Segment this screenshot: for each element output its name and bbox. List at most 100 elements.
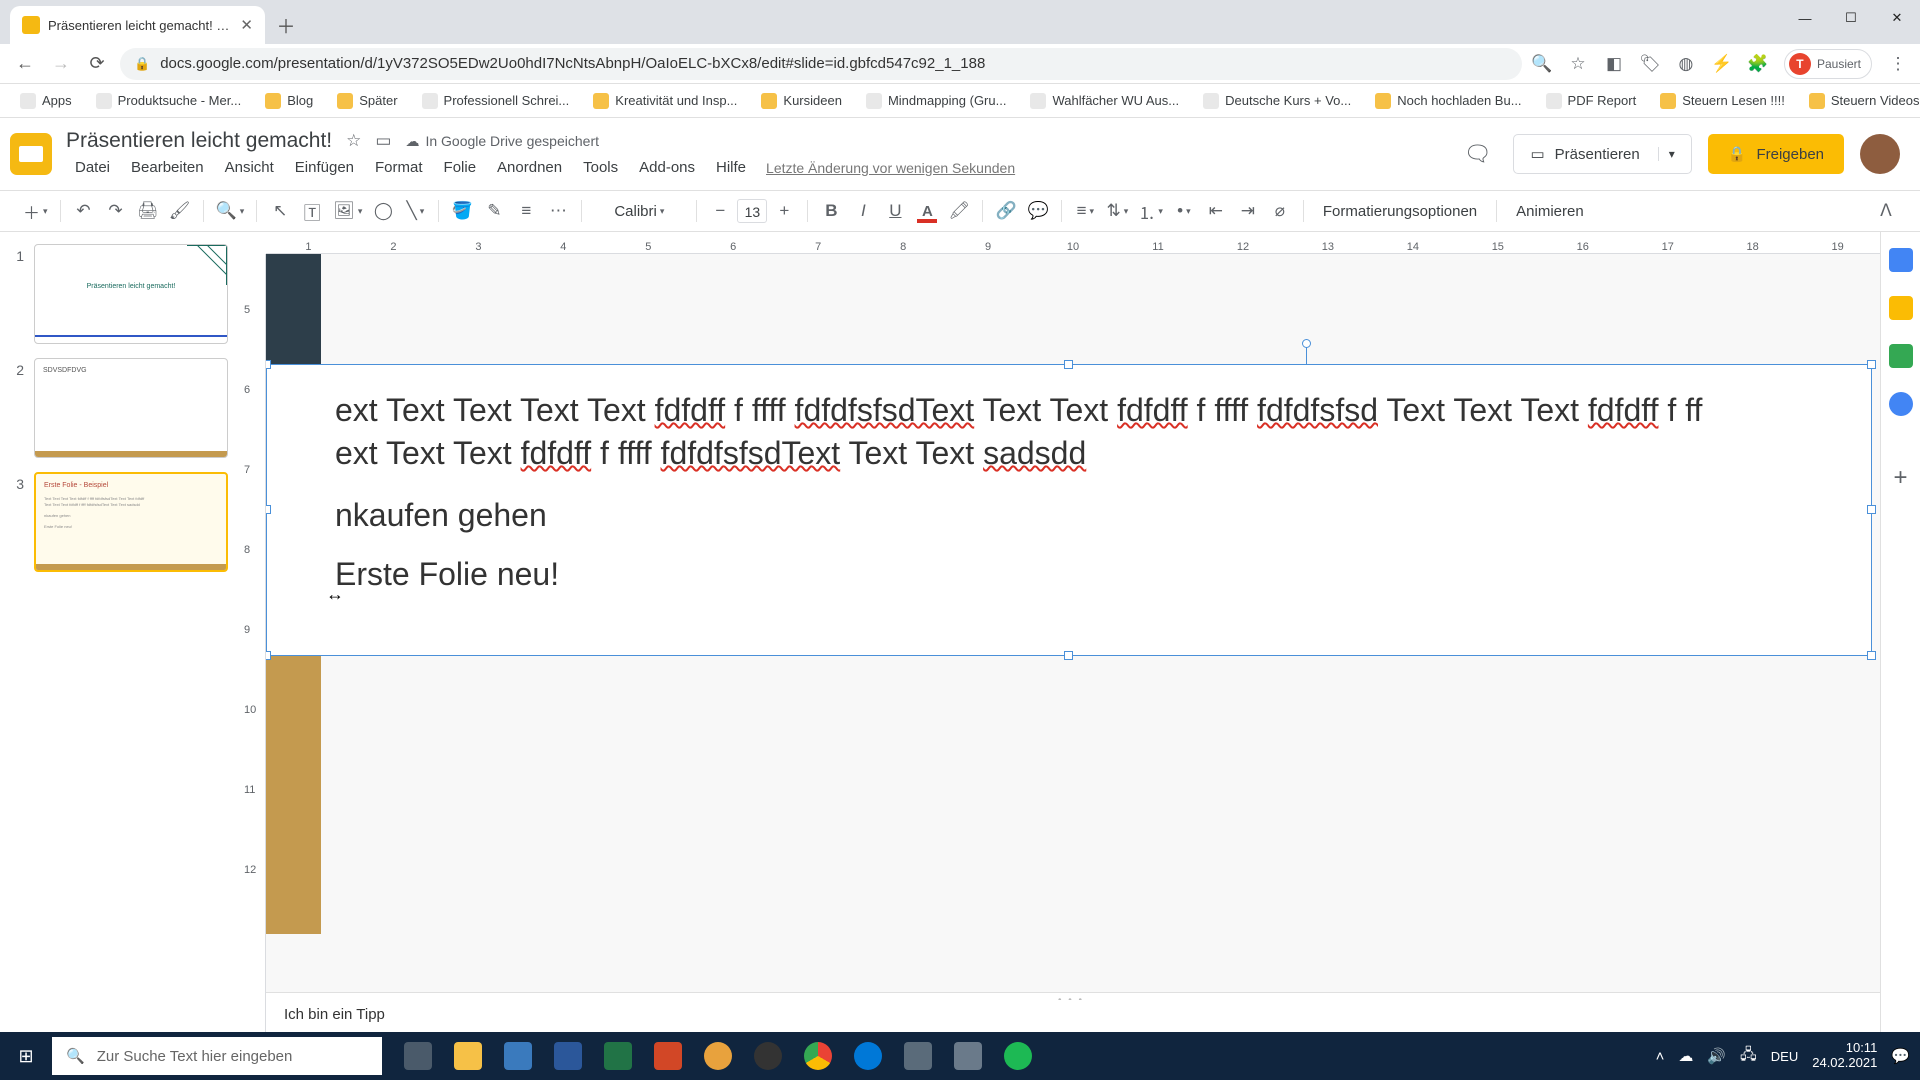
slides-logo-icon[interactable]	[10, 133, 52, 175]
border-color-button[interactable]: ✎	[480, 197, 508, 225]
taskbar-clock[interactable]: 10:11 24.02.2021	[1812, 1041, 1877, 1071]
window-maximize-button[interactable]: ☐	[1828, 0, 1874, 36]
extension-icon[interactable]: ◧	[1604, 54, 1624, 74]
align-button[interactable]: ≡	[1071, 197, 1099, 225]
bookmark-item[interactable]: Professionell Schrei...	[414, 89, 578, 113]
taskbar-app[interactable]	[694, 1032, 742, 1080]
comment-button[interactable]: 💬	[1024, 197, 1052, 225]
browser-tab[interactable]: Präsentieren leicht gemacht! - G… ✕	[10, 6, 265, 44]
slide-thumb[interactable]: 1 Präsentieren leicht gemacht!	[10, 244, 228, 344]
language-indicator[interactable]: DEU	[1771, 1049, 1798, 1064]
bookmark-item[interactable]: Steuern Videos wic...	[1801, 89, 1920, 113]
nav-back-button[interactable]: ←	[12, 51, 38, 77]
calendar-icon[interactable]	[1889, 248, 1913, 272]
slide-thumb[interactable]: 3 Erste Folie - Beispiel Text Text Text …	[10, 472, 228, 572]
select-tool-button[interactable]: ↖	[266, 197, 294, 225]
browser-menu-icon[interactable]: ⋮	[1888, 54, 1908, 74]
bookmark-item[interactable]: Kreativität und Insp...	[585, 89, 745, 113]
new-tab-button[interactable]: ＋	[271, 10, 301, 40]
powerpoint-button[interactable]	[644, 1032, 692, 1080]
thumb-1[interactable]: Präsentieren leicht gemacht!	[34, 244, 228, 344]
extension-icon[interactable]: ⚡	[1712, 54, 1732, 74]
shape-button[interactable]: ◯	[369, 197, 397, 225]
profile-button[interactable]: T Pausiert	[1784, 49, 1872, 79]
extensions-menu-icon[interactable]: 🧩	[1748, 54, 1768, 74]
bookmark-item[interactable]: Kursideen	[753, 89, 850, 113]
underline-button[interactable]: U	[881, 197, 909, 225]
window-minimize-button[interactable]: ―	[1782, 0, 1828, 36]
add-panel-button[interactable]: +	[1893, 464, 1907, 492]
ruler-horizontal[interactable]: 12345678910111213141516171819	[266, 232, 1880, 254]
onedrive-icon[interactable]: ☁	[1678, 1047, 1693, 1065]
font-size-input[interactable]: 13	[737, 199, 767, 223]
bookmark-item[interactable]: Wahlfächer WU Aus...	[1022, 89, 1187, 113]
menu-hilfe[interactable]: Hilfe	[707, 156, 755, 179]
italic-button[interactable]: I	[849, 197, 877, 225]
border-weight-button[interactable]: ≡	[512, 197, 540, 225]
line-spacing-button[interactable]: ⇅	[1103, 197, 1131, 225]
fill-color-button[interactable]: 🪣	[448, 197, 476, 225]
zoom-button[interactable]: 🔍	[213, 197, 248, 225]
collapse-toolbar-button[interactable]: ᐱ	[1872, 197, 1900, 225]
move-icon[interactable]: ▭	[375, 131, 391, 151]
text-box-selected[interactable]: ext Text Text Text Text fdfdff f ffff fd…	[266, 364, 1872, 656]
link-button[interactable]: 🔗	[992, 197, 1020, 225]
user-avatar[interactable]	[1860, 134, 1900, 174]
document-title[interactable]: Präsentieren leicht gemacht!	[66, 129, 332, 153]
ruler-vertical[interactable]: 5 6 7 8 9 10 11 12	[238, 254, 266, 1032]
bookmark-item[interactable]: Später	[329, 89, 405, 113]
comments-button[interactable]: 🗨	[1457, 134, 1497, 174]
body-text-line-3[interactable]: Erste Folie neu!	[335, 556, 1841, 593]
paint-format-button[interactable]: 🖌	[166, 197, 194, 225]
text-color-button[interactable]: A	[913, 197, 941, 225]
obs-button[interactable]	[744, 1032, 792, 1080]
border-dash-button[interactable]: ⋯	[544, 197, 572, 225]
menu-ansicht[interactable]: Ansicht	[216, 156, 283, 179]
body-text-line-1[interactable]: ext Text Text Text Text fdfdff f ffff fd…	[335, 389, 1841, 475]
menu-anordnen[interactable]: Anordnen	[488, 156, 571, 179]
start-button[interactable]: ⊞	[0, 1032, 52, 1080]
filmstrip[interactable]: 1 Präsentieren leicht gemacht! 2 SDVSDFD…	[0, 232, 238, 1032]
bookmark-apps[interactable]: Apps	[12, 89, 80, 113]
zoom-icon[interactable]: 🔍	[1532, 54, 1552, 74]
file-explorer-button[interactable]	[444, 1032, 492, 1080]
notifications-icon[interactable]: 💬	[1891, 1047, 1910, 1065]
present-button[interactable]: ▭ Präsentieren ▾	[1513, 134, 1691, 174]
bookmark-item[interactable]: Produktsuche - Mer...	[88, 89, 250, 113]
tab-close-icon[interactable]: ✕	[240, 16, 253, 34]
indent-increase-button[interactable]: ⇥	[1234, 197, 1262, 225]
resize-handle[interactable]	[1064, 360, 1073, 369]
menu-tools[interactable]: Tools	[574, 156, 627, 179]
numbered-list-button[interactable]: ⒈	[1135, 197, 1166, 225]
slide-thumb[interactable]: 2 SDVSDFDVG	[10, 358, 228, 458]
slide-canvas[interactable]: ext Text Text Text Text fdfdff f ffff fd…	[266, 254, 1880, 1000]
bookmark-item[interactable]: Steuern Lesen !!!!	[1652, 89, 1793, 113]
font-select[interactable]: Calibri	[591, 197, 687, 225]
menu-bearbeiten[interactable]: Bearbeiten	[122, 156, 213, 179]
resize-handle[interactable]	[1867, 651, 1876, 660]
taskbar-app[interactable]	[494, 1032, 542, 1080]
menu-addons[interactable]: Add-ons	[630, 156, 704, 179]
extension-icon[interactable]: 🏷	[1640, 54, 1660, 74]
print-button[interactable]: 🖨	[134, 197, 162, 225]
line-button[interactable]: ╲	[401, 197, 429, 225]
taskbar-search[interactable]: 🔍 Zur Suche Text hier eingeben	[52, 1037, 382, 1075]
share-button[interactable]: 🔒 Freigeben	[1708, 134, 1844, 174]
chrome-button[interactable]	[794, 1032, 842, 1080]
resize-handle[interactable]	[266, 651, 271, 660]
task-view-button[interactable]	[394, 1032, 442, 1080]
resize-handle[interactable]	[1867, 360, 1876, 369]
taskbar-app[interactable]	[944, 1032, 992, 1080]
clear-format-button[interactable]: ⌀	[1266, 197, 1294, 225]
tray-expand-icon[interactable]: ˄	[1656, 1048, 1665, 1065]
bookmark-item[interactable]: Mindmapping (Gru...	[858, 89, 1015, 113]
star-icon[interactable]: ☆	[346, 131, 361, 151]
resize-handle[interactable]	[1064, 651, 1073, 660]
last-edit-link[interactable]: Letzte Änderung vor wenigen Sekunden	[766, 160, 1015, 176]
bookmark-item[interactable]: Blog	[257, 89, 321, 113]
network-icon[interactable]: 🖧	[1740, 1044, 1757, 1069]
undo-button[interactable]: ↶	[70, 197, 98, 225]
extension-icon[interactable]: ◍	[1676, 54, 1696, 74]
font-size-increase[interactable]: +	[770, 197, 798, 225]
contacts-icon[interactable]	[1889, 392, 1913, 416]
